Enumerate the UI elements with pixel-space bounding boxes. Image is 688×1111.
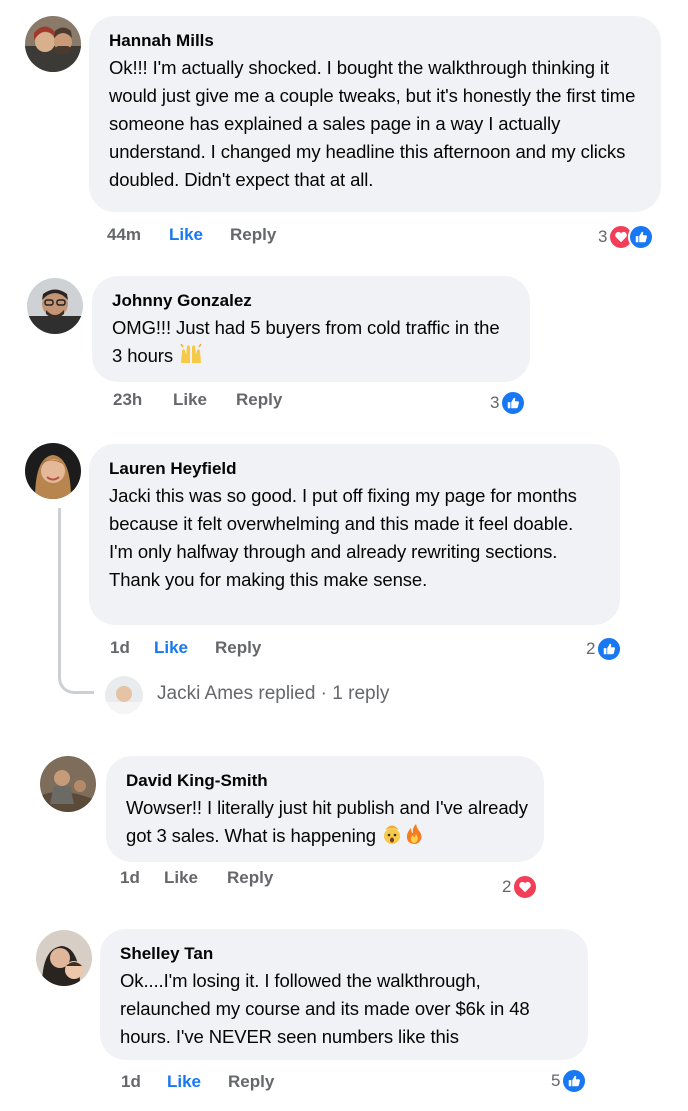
like-icon [596, 636, 623, 662]
avatar[interactable] [27, 278, 83, 334]
comment-bubble: Hannah Mills Ok!!! I'm actually shocked.… [89, 16, 661, 212]
like-button[interactable]: Like [173, 390, 207, 410]
comment-time[interactable]: 1d [121, 1072, 141, 1092]
comment-author[interactable]: Johnny Gonzalez [112, 290, 508, 312]
like-icon [561, 1068, 588, 1094]
fire-icon [403, 823, 425, 853]
avatar[interactable] [25, 16, 81, 72]
raising-hands-icon [178, 342, 204, 373]
comment-author[interactable]: Shelley Tan [120, 943, 566, 965]
reaction-count: 3 [598, 227, 608, 246]
like-button[interactable]: Like [169, 225, 203, 245]
love-icon [512, 874, 539, 900]
avatar[interactable] [105, 676, 143, 714]
comment-text: OMG!!! Just had 5 buyers from cold traff… [112, 317, 500, 366]
reaction-summary[interactable]: 3 [490, 390, 527, 416]
reply-button[interactable]: Reply [228, 1072, 274, 1092]
reply-button[interactable]: Reply [236, 390, 282, 410]
avatar[interactable] [25, 443, 81, 499]
comment-author[interactable]: David King-Smith [126, 770, 522, 792]
like-icon [628, 224, 655, 250]
reaction-count: 2 [502, 877, 512, 896]
reaction-summary[interactable]: 3 [598, 224, 655, 250]
like-button[interactable]: Like [167, 1072, 201, 1092]
reaction-summary[interactable]: 2 [586, 636, 623, 662]
comment-time[interactable]: 44m [107, 225, 141, 245]
comment-text: Jacki this was so good. I put off fixing… [109, 485, 577, 590]
comment-bubble: Shelley Tan Ok....I'm losing it. I follo… [100, 929, 588, 1060]
reaction-count: 3 [490, 393, 500, 412]
exploding-head-icon [381, 823, 403, 853]
comment-author[interactable]: Hannah Mills [109, 30, 639, 52]
avatar[interactable] [40, 756, 96, 812]
reaction-count: 5 [551, 1071, 561, 1090]
comment-text: Ok!!! I'm actually shocked. I bought the… [109, 57, 636, 190]
comment-author[interactable]: Lauren Heyfield [109, 458, 598, 480]
reply-button[interactable]: Reply [215, 638, 261, 658]
reaction-count: 2 [586, 639, 596, 658]
comment-bubble: Johnny Gonzalez OMG!!! Just had 5 buyers… [92, 276, 530, 382]
reply-button[interactable]: Reply [227, 868, 273, 888]
like-icon [500, 390, 527, 416]
comment-text: Ok....I'm losing it. I followed the walk… [120, 970, 530, 1047]
reaction-summary[interactable]: 2 [502, 874, 539, 900]
comment-time[interactable]: 23h [113, 390, 142, 410]
reply-button[interactable]: Reply [230, 225, 276, 245]
like-button[interactable]: Like [154, 638, 188, 658]
like-button[interactable]: Like [164, 868, 198, 888]
avatar[interactable] [36, 930, 92, 986]
comment-text-wrap: OMG!!! Just had 5 buyers from cold traff… [112, 314, 512, 373]
comment-time[interactable]: 1d [110, 638, 130, 658]
comment-text-wrap: Wowser!! I literally just hit publish an… [126, 794, 536, 853]
reaction-summary[interactable]: 5 [551, 1068, 588, 1094]
comment-bubble: David King-Smith Wowser!! I literally ju… [106, 756, 544, 862]
comment-time[interactable]: 1d [120, 868, 140, 888]
comment-text: Wowser!! I literally just hit publish an… [126, 797, 528, 846]
view-replies-link[interactable]: Jacki Ames replied · 1 reply [157, 683, 389, 705]
comment-bubble: Lauren Heyfield Jacki this was so good. … [89, 444, 620, 625]
